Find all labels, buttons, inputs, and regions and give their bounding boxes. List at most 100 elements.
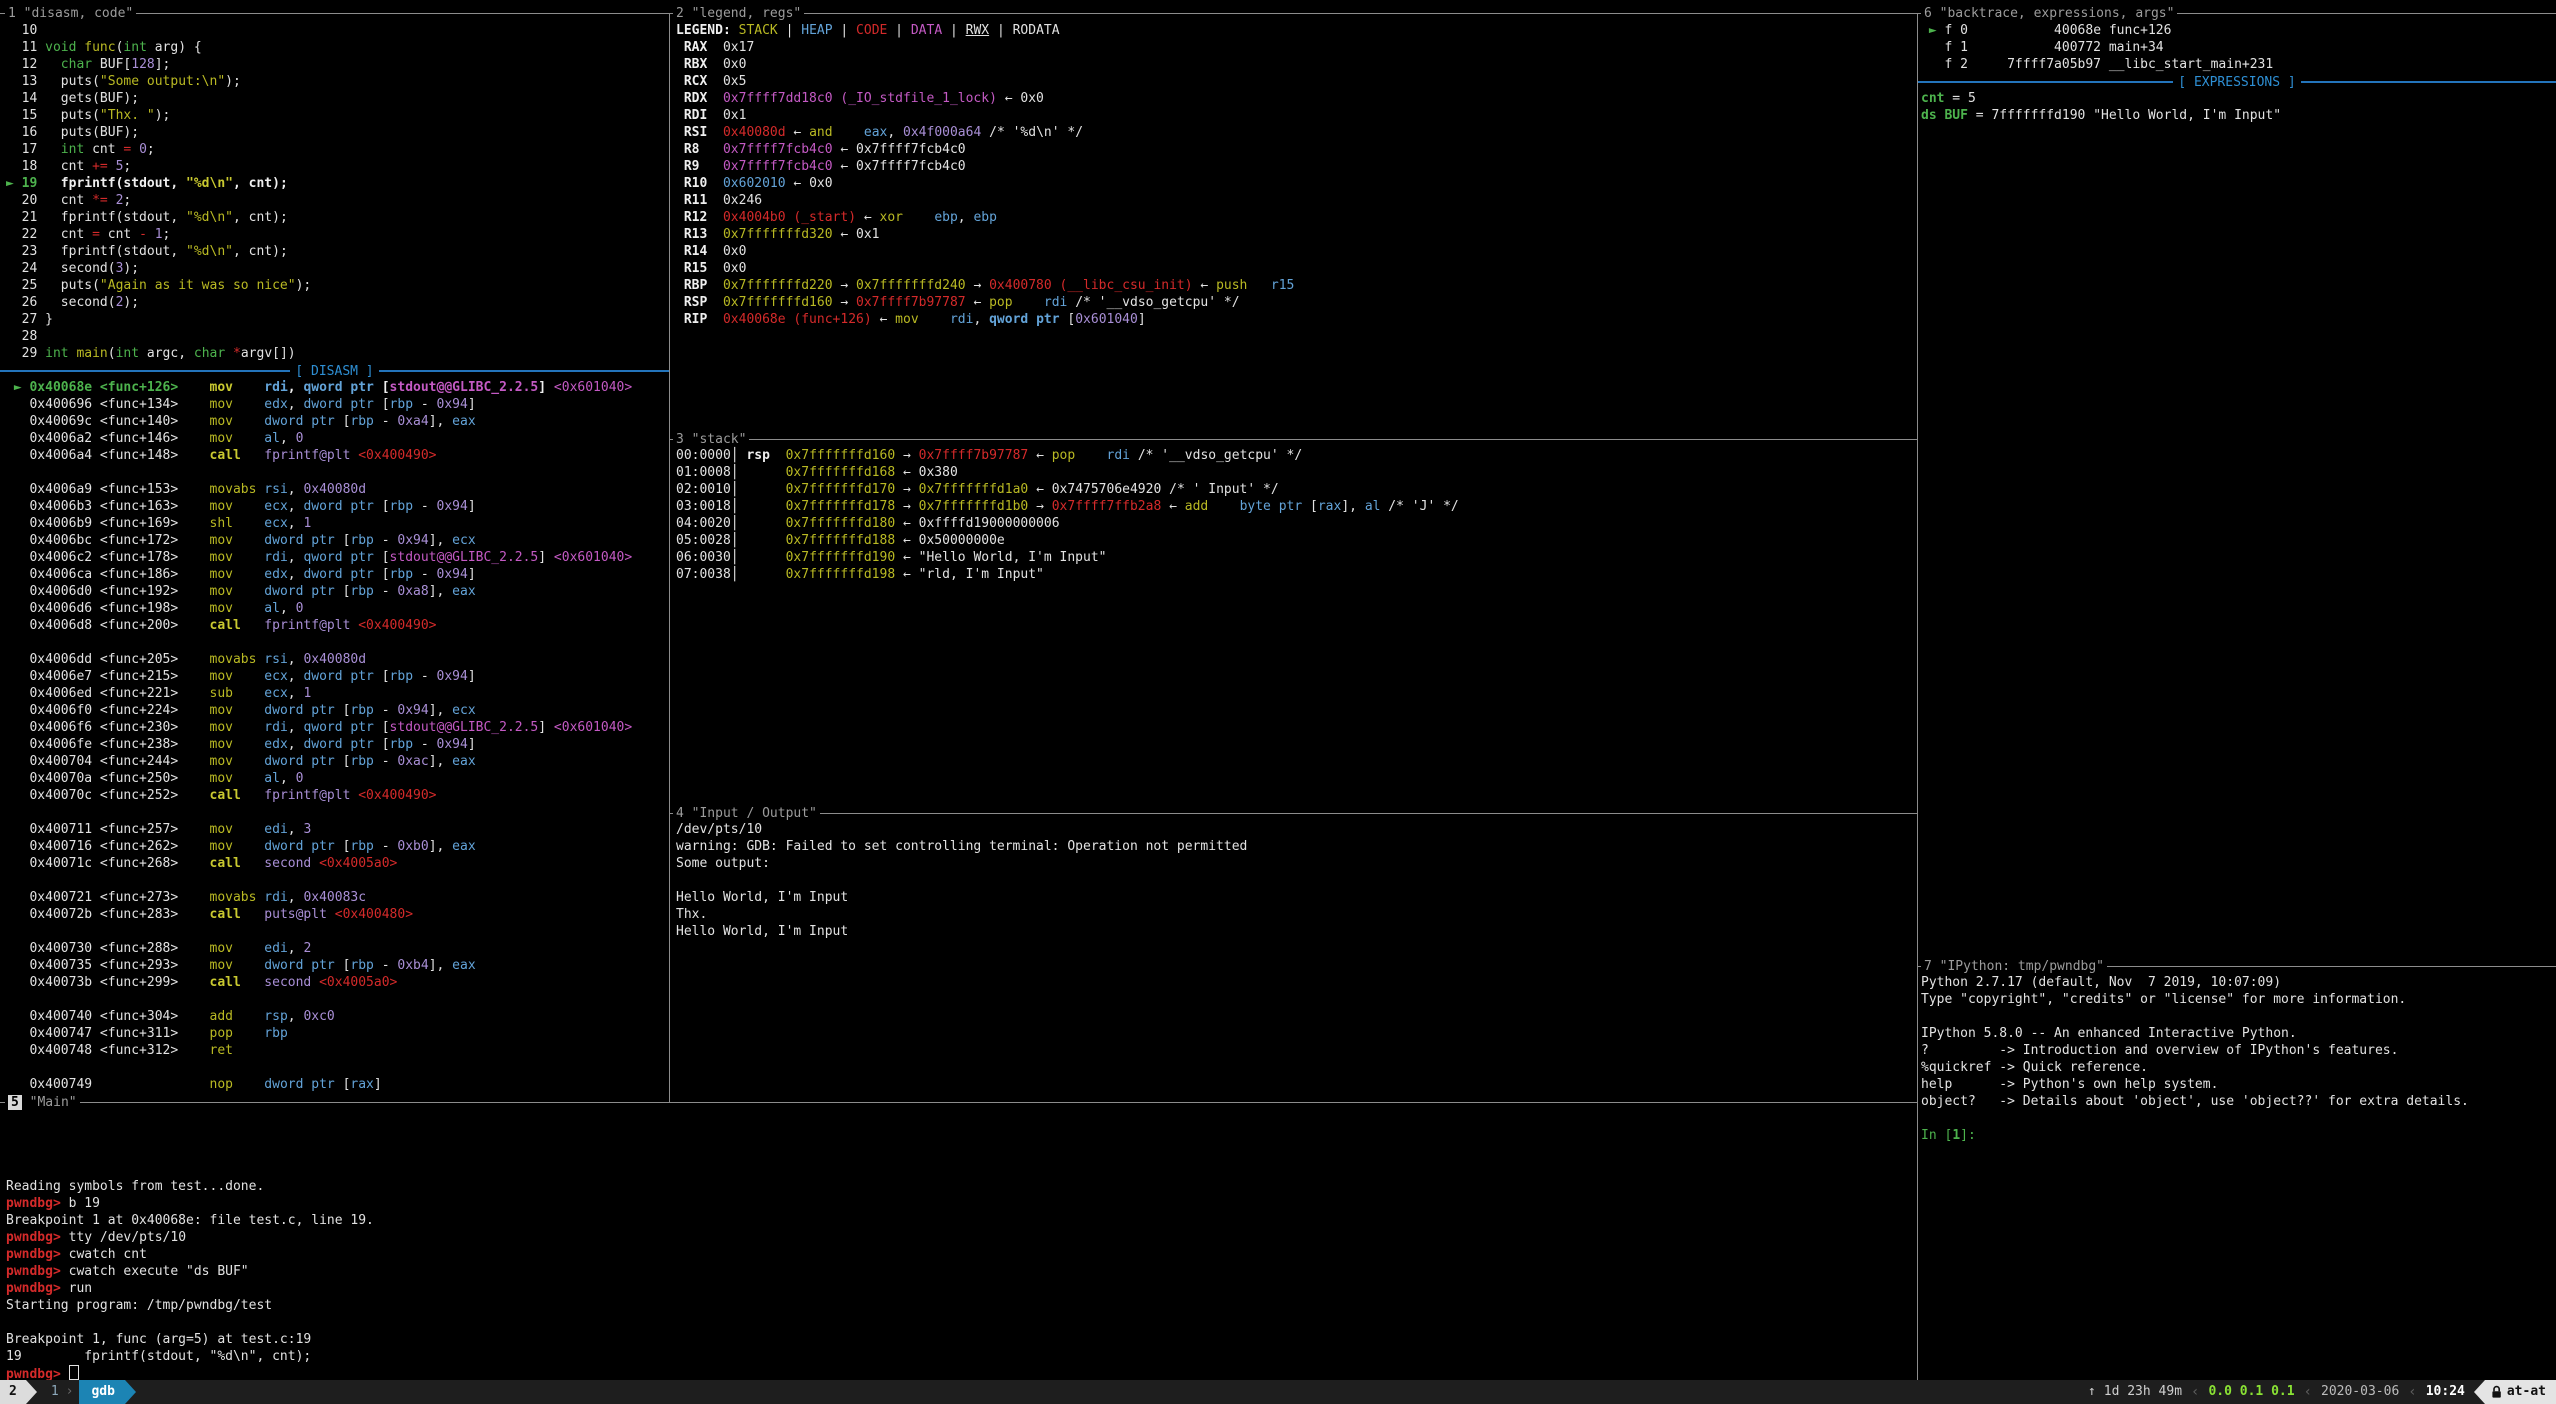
- text-segment: ,: [288, 482, 304, 497]
- text-segment: 0x7fffffffd240: [856, 278, 973, 293]
- text-segment: 0x4f000a64: [903, 125, 981, 140]
- terminal-line: [676, 872, 1914, 889]
- text-segment: ecx: [264, 499, 287, 514]
- text-segment: mov: [210, 380, 265, 395]
- terminal-line: 0x4006f0 <func+224> mov dword ptr [rbp -…: [6, 702, 666, 719]
- text-segment: R13: [676, 227, 723, 242]
- angle-separator-icon: ‹: [2399, 1380, 2425, 1404]
- text-segment: R10: [676, 176, 723, 191]
- text-segment: 05:0028: [676, 533, 731, 548]
- terminal-line: R8 0x7ffff7fcb4c0 ← 0x7ffff7fcb4c0: [676, 141, 1914, 158]
- terminal-line: 0x40070a <func+250> mov al, 0: [6, 770, 666, 787]
- text-segment: ← "Hello World, I'm Input": [903, 550, 1107, 565]
- text-segment: -: [413, 669, 436, 684]
- text-segment: RCX: [676, 74, 723, 89]
- text-segment: <0x400490>: [358, 618, 436, 633]
- text-segment: │: [731, 516, 739, 531]
- text-segment: RBX: [676, 57, 723, 72]
- active-window-tab[interactable]: gdb: [79, 1380, 124, 1404]
- text-segment: 0x7fffffffd190: [786, 550, 903, 565]
- text-segment: →: [840, 295, 856, 310]
- terminal-line: RCX 0x5: [676, 73, 1914, 90]
- text-segment: dword ptr: [264, 533, 342, 548]
- pane-title-legend-regs: 2 "legend, regs": [673, 5, 804, 22]
- text-segment: 0x0: [723, 244, 746, 259]
- text-segment: ]: [468, 397, 476, 412]
- text-segment: 0: [139, 142, 147, 157]
- terminal-line: 0x4006d8 <func+200> call fprintf@plt <0x…: [6, 617, 666, 634]
- disassembly-pane[interactable]: ► 0x40068e <func+126> mov rdi, qword ptr…: [6, 379, 666, 1093]
- text-segment: , cnt);: [233, 210, 288, 225]
- text-segment: f 2 7ffff7a05b97 __libc_start_main+231: [1921, 57, 2273, 72]
- text-segment: │: [731, 465, 739, 480]
- text-segment: al: [264, 771, 280, 786]
- terminal-line: 0x40069c <func+140> mov dword ptr [rbp -…: [6, 413, 666, 430]
- text-segment: 0x40070c <func+252>: [6, 788, 210, 803]
- text-segment: rbp: [390, 737, 413, 752]
- terminal-line: R15 0x0: [676, 260, 1914, 277]
- terminal-line: RBX 0x0: [676, 56, 1914, 73]
- text-segment: b 19: [69, 1196, 100, 1211]
- window-index-tab[interactable]: 1: [37, 1380, 66, 1404]
- text-segment: 00:0000: [676, 448, 731, 463]
- text-segment: -: [374, 584, 397, 599]
- text-segment: rbp: [264, 1026, 287, 1041]
- text-segment: 0x40073b <func+299>: [6, 975, 210, 990]
- ipython-pane[interactable]: Python 2.7.17 (default, Nov 7 2019, 10:0…: [1921, 974, 2553, 1144]
- text-segment: -: [374, 754, 397, 769]
- text-segment: 0xa4: [397, 414, 428, 429]
- session-name: 2: [9, 1380, 17, 1404]
- text-segment: 0x4006d6 <func+198>: [6, 601, 210, 616]
- text-segment: 0x40080d: [723, 125, 793, 140]
- backtrace-expressions-pane[interactable]: ► f 0 40068e func+126 f 1 400772 main+34…: [1921, 22, 2553, 124]
- session-tab[interactable]: 2: [0, 1380, 26, 1404]
- text-segment: 0x601040: [1075, 312, 1138, 327]
- text-segment: edi: [264, 822, 287, 837]
- text-segment: RSI: [676, 125, 723, 140]
- text-segment: -: [374, 533, 397, 548]
- text-segment: 0x7ffff7fcb4c0: [723, 142, 840, 157]
- text-segment: dword ptr: [264, 754, 342, 769]
- terminal-line: 0x4006b3 <func+163> mov ecx, dword ptr […: [6, 498, 666, 515]
- stack-pane[interactable]: 00:0000│ rsp 0x7fffffffd160 → 0x7ffff7b9…: [676, 447, 1914, 583]
- text-segment: ,: [288, 397, 304, 412]
- terminal-line: 0x4006fe <func+238> mov edx, dword ptr […: [6, 736, 666, 753]
- text-segment: [739, 533, 786, 548]
- source-code-pane[interactable]: 10 11 void func(int arg) { 12 char BUF[1…: [6, 22, 666, 362]
- terminal-line: 24 second(3);: [6, 260, 666, 277]
- text-segment: →: [973, 278, 989, 293]
- terminal-line: 0x4006f6 <func+230> mov rdi, qword ptr […: [6, 719, 666, 736]
- text-segment: 0x7fffffffd1b0: [919, 499, 1036, 514]
- terminal-line: cnt = 5: [1921, 90, 2553, 107]
- text-segment: 26 second(: [6, 295, 116, 310]
- gdb-console-pane[interactable]: Reading symbols from test...done.pwndbg>…: [6, 1110, 1911, 1382]
- text-segment: qword ptr: [303, 720, 381, 735]
- text-segment: ret: [210, 1043, 265, 1058]
- io-border-line: [670, 813, 1917, 814]
- text-segment: 20 cnt: [6, 193, 92, 208]
- text-segment: BUF[: [92, 57, 131, 72]
- text-segment: xor: [880, 210, 903, 225]
- registers-pane[interactable]: LEGEND: STACK | HEAP | CODE | DATA | RWX…: [676, 22, 1914, 328]
- angle-separator-icon: ‹: [2182, 1380, 2208, 1404]
- terminal-line: RSI 0x40080d ← and eax, 0x4f000a64 /* '%…: [676, 124, 1914, 141]
- text-segment: [: [382, 567, 390, 582]
- text-segment: ],: [429, 754, 452, 769]
- text-segment: stdout@@GLIBC_2.2.5: [390, 720, 539, 735]
- terminal-line: R12 0x4004b0 (_start) ← xor ebp, ebp: [676, 209, 1914, 226]
- program-io-pane[interactable]: /dev/pts/10warning: GDB: Failed to set c…: [676, 821, 1914, 940]
- text-segment: 0x7fffffffd180: [786, 516, 903, 531]
- text-segment: pop: [210, 1026, 265, 1041]
- terminal-line: Thx.: [676, 906, 1914, 923]
- text-segment: 0x7fffffffd160: [786, 448, 903, 463]
- window-name: gdb: [91, 1380, 114, 1404]
- text-segment: ]: [538, 550, 554, 565]
- powerline-arrow-icon: [26, 1380, 37, 1404]
- text-segment: eax: [452, 414, 475, 429]
- terminal-line: [6, 804, 666, 821]
- text-segment: rsp: [739, 448, 786, 463]
- text-segment: char: [61, 57, 92, 72]
- terminal-line: 0x4006bc <func+172> mov dword ptr [rbp -…: [6, 532, 666, 549]
- text-segment: dword ptr: [303, 567, 381, 582]
- text-segment: │: [731, 499, 739, 514]
